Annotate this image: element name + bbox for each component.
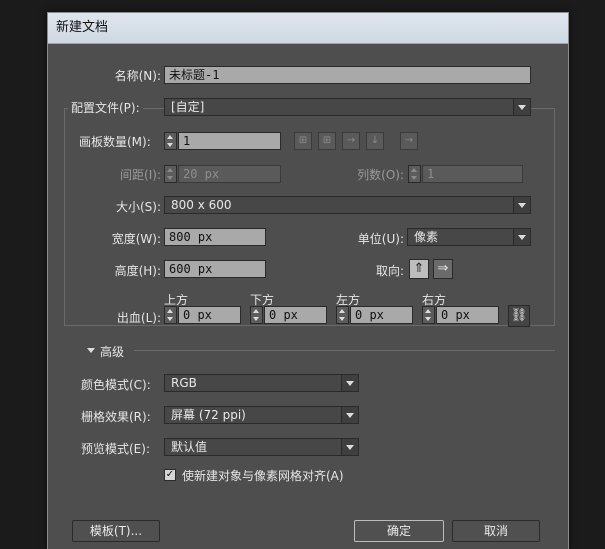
size-dropdown[interactable]: 800 x 600 <box>164 196 531 214</box>
spacing-input[interactable]: 20 px <box>178 165 281 183</box>
landscape-icon[interactable]: ⇒ <box>433 259 453 279</box>
units-dropdown[interactable]: 像素 <box>407 228 531 246</box>
preview-mode-label: 预览模式(E): <box>81 442 150 456</box>
units-label: 单位(U): <box>357 232 404 246</box>
spacing-stepper[interactable] <box>164 165 177 183</box>
size-value: 800 x 600 <box>171 198 232 212</box>
color-mode-label: 颜色模式(C): <box>81 378 151 392</box>
width-label: 宽度(W): <box>111 232 161 246</box>
cancel-button[interactable]: 取消 <box>452 520 540 542</box>
color-mode-value: RGB <box>171 376 197 390</box>
grid-by-column-icon[interactable]: ⊞ <box>318 132 336 150</box>
artboard-count-stepper[interactable] <box>164 132 177 150</box>
bleed-right-input[interactable]: 0 px <box>436 306 499 324</box>
bleed-top-stepper[interactable] <box>164 306 177 324</box>
profile-value: [自定] <box>171 100 205 114</box>
chevron-down-icon <box>341 407 358 423</box>
units-value: 像素 <box>414 230 439 244</box>
advanced-label[interactable]: 高级 <box>100 343 124 360</box>
artboard-count-label: 画板数量(M): <box>79 135 151 149</box>
name-input[interactable]: 未标题-1 <box>164 66 531 84</box>
width-input[interactable]: 800 px <box>164 228 266 246</box>
color-mode-dropdown[interactable]: RGB <box>164 374 359 392</box>
chevron-down-icon <box>341 439 358 455</box>
ok-button[interactable]: 确定 <box>354 520 444 542</box>
dialog-title: 新建文档 <box>48 13 568 44</box>
artboard-count-input[interactable]: 1 <box>178 132 281 150</box>
bleed-left-stepper[interactable] <box>336 306 349 324</box>
new-document-dialog: 新建文档 名称(N): 未标题-1 配置文件(P): [自定] 画板数量(M):… <box>47 12 569 549</box>
profile-label: 配置文件(P): <box>68 99 143 116</box>
align-pixel-grid-label[interactable]: 使新建对象与像素网格对齐(A) <box>182 467 344 484</box>
raster-effects-value: 屏幕 (72 ppi) <box>171 408 246 422</box>
bleed-left-input[interactable]: 0 px <box>350 306 413 324</box>
bleed-top-input[interactable]: 0 px <box>178 306 241 324</box>
arrange-by-column-icon[interactable]: ↓ <box>366 132 384 150</box>
chevron-down-icon <box>341 375 358 391</box>
profile-dropdown[interactable]: [自定] <box>164 98 531 116</box>
spacing-label: 间距(I): <box>120 168 161 182</box>
link-icon[interactable]: ⛓ <box>508 305 530 327</box>
columns-input[interactable]: 1 <box>422 165 523 183</box>
align-pixel-grid-checkbox[interactable]: ✓ <box>164 469 176 481</box>
templates-button[interactable]: 模板(T)... <box>72 520 160 542</box>
right-to-left-layout-icon[interactable]: → <box>400 132 418 150</box>
bleed-right-stepper[interactable] <box>422 306 435 324</box>
raster-effects-dropdown[interactable]: 屏幕 (72 ppi) <box>164 406 359 424</box>
grid-by-row-icon[interactable]: ⊞ <box>294 132 312 150</box>
chevron-down-icon <box>513 197 530 213</box>
bleed-bottom-input[interactable]: 0 px <box>264 306 327 324</box>
preview-mode-dropdown[interactable]: 默认值 <box>164 438 359 456</box>
height-label: 高度(H): <box>114 264 161 278</box>
bleed-label: 出血(L): <box>116 311 161 325</box>
size-label: 大小(S): <box>115 200 161 214</box>
columns-stepper[interactable] <box>408 165 421 183</box>
advanced-divider <box>134 350 555 351</box>
raster-effects-label: 栅格效果(R): <box>81 410 151 424</box>
height-input[interactable]: 600 px <box>164 260 266 278</box>
collapse-triangle-icon[interactable] <box>87 348 95 353</box>
preview-mode-value: 默认值 <box>171 440 208 454</box>
bleed-bottom-stepper[interactable] <box>250 306 263 324</box>
portrait-icon[interactable]: ⇑ <box>409 259 429 279</box>
arrange-by-row-icon[interactable]: → <box>342 132 360 150</box>
columns-label: 列数(O): <box>357 168 404 182</box>
chevron-down-icon <box>513 229 530 245</box>
orientation-label: 取向: <box>375 264 404 278</box>
name-label: 名称(N): <box>114 69 161 83</box>
chevron-down-icon <box>513 99 530 115</box>
